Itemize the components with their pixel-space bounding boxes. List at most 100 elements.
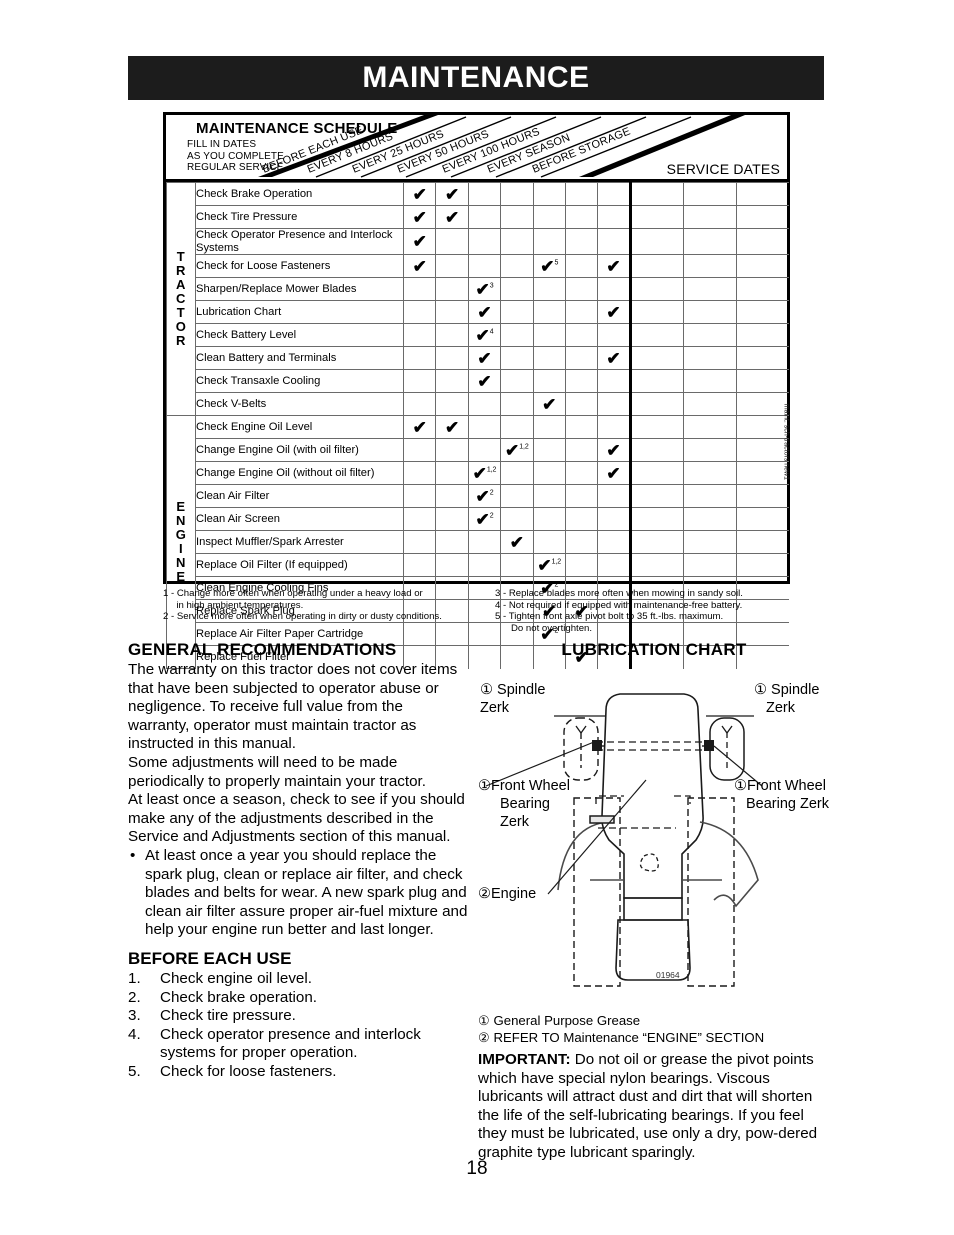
interval-cell[interactable] [532,182,566,206]
interval-cell[interactable] [402,323,437,347]
interval-cell[interactable]: ✔ [435,205,469,229]
service-date-cell[interactable] [629,300,684,324]
interval-cell[interactable]: ✔ [597,438,632,462]
interval-cell[interactable] [467,254,502,278]
interval-cell[interactable]: ✔ [402,415,437,439]
interval-cell[interactable] [532,530,566,554]
interval-cell[interactable] [435,484,469,508]
interval-cell[interactable] [467,392,502,416]
interval-cell[interactable]: ✔5 [532,254,566,278]
service-date-cell[interactable] [735,254,790,278]
interval-cell[interactable] [500,300,534,324]
interval-cell[interactable] [402,277,437,301]
interval-cell[interactable] [435,346,469,370]
service-date-cell[interactable] [735,205,790,229]
interval-cell[interactable] [500,182,534,206]
interval-cell[interactable]: ✔ [597,254,632,278]
interval-cell[interactable] [402,553,437,577]
interval-cell[interactable] [597,182,632,206]
service-date-cell[interactable] [629,182,684,206]
interval-cell[interactable] [597,530,632,554]
service-date-cell[interactable] [629,461,684,485]
service-date-cell[interactable] [682,369,737,393]
service-date-cell[interactable] [735,346,790,370]
service-date-cell[interactable] [629,346,684,370]
interval-cell[interactable]: ✔1,2 [532,553,566,577]
interval-cell[interactable] [532,205,566,229]
interval-cell[interactable] [500,553,534,577]
interval-cell[interactable] [402,369,437,393]
interval-cell[interactable] [597,277,632,301]
interval-cell[interactable] [435,438,469,462]
interval-cell[interactable] [564,346,599,370]
service-date-cell[interactable] [629,415,684,439]
service-date-cell[interactable] [629,553,684,577]
interval-cell[interactable] [564,323,599,347]
interval-cell[interactable]: ✔3 [467,277,502,301]
interval-cell[interactable] [564,205,599,229]
interval-cell[interactable] [532,277,566,301]
interval-cell[interactable] [435,530,469,554]
interval-cell[interactable]: ✔2 [467,507,502,531]
interval-cell[interactable] [597,553,632,577]
interval-cell[interactable] [467,415,502,439]
service-date-cell[interactable] [735,182,790,206]
interval-cell[interactable] [532,484,566,508]
service-date-cell[interactable] [682,182,737,206]
interval-cell[interactable] [532,369,566,393]
service-date-cell[interactable] [629,369,684,393]
interval-cell[interactable]: ✔ [597,300,632,324]
service-date-cell[interactable] [682,277,737,301]
service-date-cell[interactable] [629,484,684,508]
interval-cell[interactable] [467,553,502,577]
service-date-cell[interactable] [682,323,737,347]
service-date-cell[interactable] [682,484,737,508]
interval-cell[interactable] [532,415,566,439]
interval-cell[interactable] [402,438,437,462]
interval-cell[interactable] [402,300,437,324]
interval-cell[interactable] [467,182,502,206]
interval-cell[interactable]: ✔ [402,182,437,206]
interval-cell[interactable] [564,392,599,416]
interval-cell[interactable] [500,277,534,301]
interval-cell[interactable] [500,228,534,255]
service-date-cell[interactable] [682,438,737,462]
service-date-cell[interactable] [629,530,684,554]
interval-cell[interactable] [500,369,534,393]
interval-cell[interactable] [435,277,469,301]
interval-cell[interactable] [532,346,566,370]
interval-cell[interactable] [500,346,534,370]
service-date-cell[interactable] [735,553,790,577]
interval-cell[interactable] [564,277,599,301]
service-date-cell[interactable] [629,228,684,255]
interval-cell[interactable] [597,205,632,229]
interval-cell[interactable]: ✔ [402,254,437,278]
service-date-cell[interactable] [629,438,684,462]
interval-cell[interactable]: ✔ [532,392,566,416]
interval-cell[interactable]: ✔ [435,415,469,439]
interval-cell[interactable] [564,484,599,508]
interval-cell[interactable] [500,392,534,416]
service-date-cell[interactable] [735,228,790,255]
service-date-cell[interactable] [735,530,790,554]
interval-cell[interactable]: ✔ [467,369,502,393]
service-date-cell[interactable] [629,254,684,278]
interval-cell[interactable]: ✔ [467,300,502,324]
service-date-cell[interactable] [629,392,684,416]
service-date-cell[interactable] [682,392,737,416]
interval-cell[interactable] [564,369,599,393]
interval-cell[interactable] [597,392,632,416]
service-date-cell[interactable] [682,228,737,255]
interval-cell[interactable] [597,228,632,255]
service-date-cell[interactable] [735,277,790,301]
service-date-cell[interactable] [629,277,684,301]
interval-cell[interactable] [597,484,632,508]
interval-cell[interactable] [435,553,469,577]
interval-cell[interactable]: ✔ [402,228,437,255]
interval-cell[interactable] [435,300,469,324]
interval-cell[interactable] [500,254,534,278]
interval-cell[interactable] [435,461,469,485]
interval-cell[interactable] [564,530,599,554]
interval-cell[interactable] [467,438,502,462]
interval-cell[interactable] [500,415,534,439]
